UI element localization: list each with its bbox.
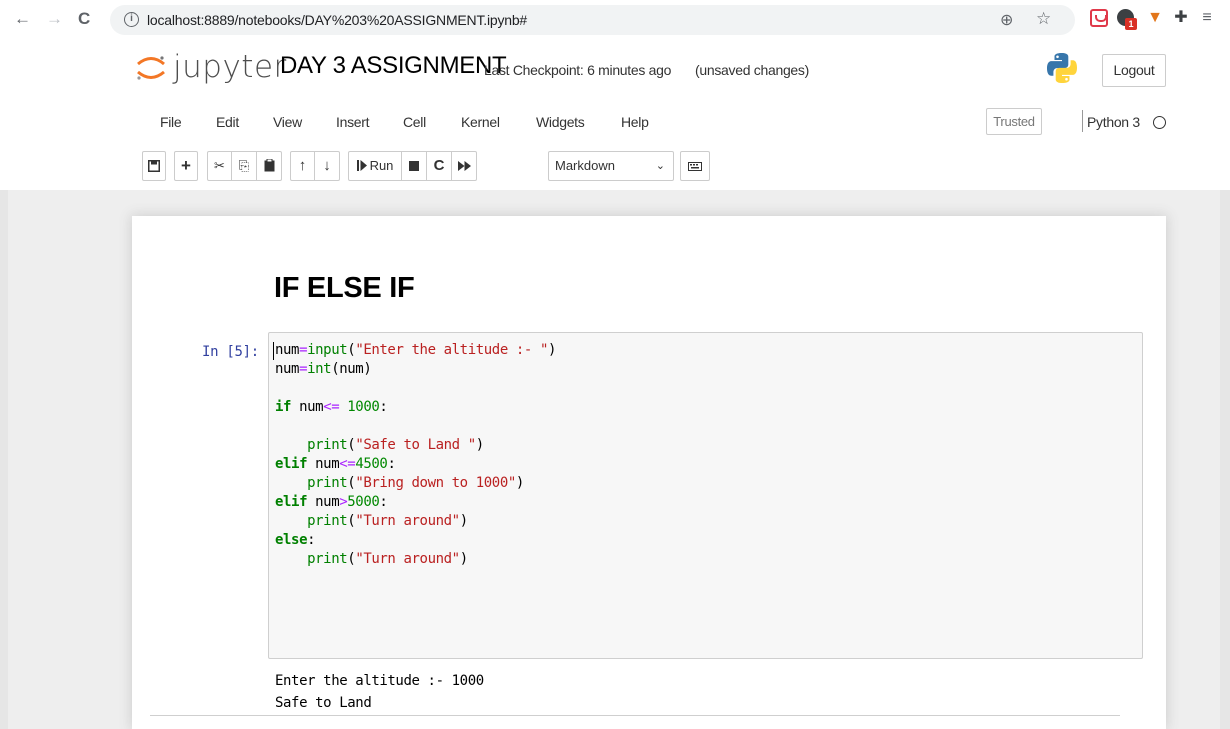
paste-icon bbox=[264, 158, 274, 172]
keyboard-icon bbox=[688, 162, 702, 171]
run-label: Run bbox=[369, 158, 394, 173]
paste-button[interactable] bbox=[257, 151, 282, 181]
extensions-puzzle-icon[interactable]: ✚ bbox=[1172, 9, 1190, 27]
input-prompt: In [5]: bbox=[202, 344, 259, 360]
kernel-idle-indicator-icon bbox=[1153, 116, 1166, 129]
extension-with-badge-icon[interactable]: 1 bbox=[1117, 9, 1137, 30]
restart-button[interactable]: C bbox=[427, 151, 452, 181]
cell-output: Enter the altitude :- 1000 Safe to Land bbox=[275, 670, 484, 714]
menu-help[interactable]: Help bbox=[621, 114, 649, 130]
back-arrow-icon[interactable]: ← bbox=[14, 8, 31, 30]
code-line: elif num<=4500: bbox=[275, 456, 396, 472]
kernel-name: Python 3 bbox=[1087, 114, 1140, 130]
copy-icon: ⎘ bbox=[238, 158, 250, 173]
chevron-down-icon: ⌄ bbox=[655, 160, 665, 172]
floppy-disk-icon bbox=[148, 160, 160, 172]
right-gutter bbox=[1220, 190, 1230, 729]
plus-icon: + bbox=[181, 156, 191, 175]
reload-icon[interactable]: C bbox=[78, 8, 90, 30]
save-button[interactable] bbox=[142, 151, 166, 181]
checkpoint-status: Last Checkpoint: 6 minutes ago bbox=[484, 62, 672, 78]
code-line: else: bbox=[275, 532, 316, 548]
step-forward-icon bbox=[356, 160, 367, 171]
code-line: num=input("Enter the altitude :- ") bbox=[275, 342, 557, 358]
menu-kernel[interactable]: Kernel bbox=[461, 114, 500, 130]
autosave-status: (unsaved changes) bbox=[695, 62, 809, 78]
arrow-up-icon: ↑ bbox=[298, 157, 307, 174]
site-info-icon[interactable]: i bbox=[124, 12, 139, 27]
metamask-fox-icon[interactable]: ▼ bbox=[1146, 9, 1164, 27]
code-line: elif num>5000: bbox=[275, 494, 388, 510]
code-line: print("Bring down to 1000") bbox=[307, 475, 524, 491]
restart-icon: C bbox=[433, 157, 445, 174]
code-line: num=int(num) bbox=[275, 361, 372, 377]
fast-forward-icon bbox=[457, 161, 471, 171]
code-line: print("Safe to Land ") bbox=[307, 437, 484, 453]
logout-button[interactable]: Logout bbox=[1102, 54, 1166, 87]
cut-button[interactable]: ✂ bbox=[207, 151, 232, 181]
add-cell-button[interactable]: + bbox=[174, 151, 198, 181]
text-cursor bbox=[273, 342, 274, 360]
url-text[interactable]: localhost:8889/notebooks/DAY%203%20ASSIG… bbox=[147, 12, 527, 28]
menu-view[interactable]: View bbox=[273, 114, 302, 130]
code-cell-source[interactable]: num=input("Enter the altitude :- ") num=i… bbox=[275, 341, 556, 569]
scissors-icon: ✂ bbox=[214, 158, 225, 173]
move-up-button[interactable]: ↑ bbox=[290, 151, 315, 181]
code-line: if num<= 1000: bbox=[275, 399, 388, 415]
extension-badge: 1 bbox=[1125, 18, 1137, 30]
left-gutter bbox=[0, 190, 8, 729]
menu-widgets[interactable]: Widgets bbox=[536, 114, 585, 130]
jupyter-logo-text: jupyter bbox=[173, 49, 287, 85]
interrupt-button[interactable] bbox=[402, 151, 427, 181]
zoom-icon[interactable]: ⊕ bbox=[1000, 10, 1013, 30]
restart-run-all-button[interactable] bbox=[452, 151, 477, 181]
code-line: print("Turn around") bbox=[307, 513, 468, 529]
stop-icon bbox=[409, 161, 419, 171]
cell-separator bbox=[150, 715, 1120, 716]
pocket-extension-icon[interactable] bbox=[1090, 9, 1108, 27]
run-button[interactable]: Run bbox=[348, 151, 402, 181]
notebook-title[interactable]: DAY 3 ASSIGNMENT bbox=[280, 52, 507, 80]
code-line: print("Turn around") bbox=[307, 551, 468, 567]
jupyter-orbit-icon bbox=[137, 56, 165, 80]
reading-list-icon[interactable]: ≡ bbox=[1198, 9, 1216, 27]
trusted-badge[interactable]: Trusted bbox=[986, 108, 1042, 135]
arrow-down-icon: ↓ bbox=[323, 157, 331, 174]
python-logo-icon bbox=[1047, 53, 1077, 83]
menu-insert[interactable]: Insert bbox=[336, 114, 370, 130]
kernel-divider bbox=[1082, 110, 1083, 132]
address-bar[interactable]: i localhost:8889/notebooks/DAY%203%20ASS… bbox=[110, 5, 1075, 35]
cell-type-value: Markdown bbox=[555, 158, 615, 173]
markdown-heading[interactable]: IF ELSE IF bbox=[274, 272, 415, 305]
menu-edit[interactable]: Edit bbox=[216, 114, 239, 130]
forward-arrow-icon[interactable]: → bbox=[46, 8, 63, 30]
copy-button[interactable]: ⎘ bbox=[232, 151, 257, 181]
cell-type-select[interactable]: Markdown ⌄ bbox=[548, 151, 674, 181]
output-line: Safe to Land bbox=[275, 695, 372, 711]
move-down-button[interactable]: ↓ bbox=[315, 151, 340, 181]
jupyter-header: jupyter DAY 3 ASSIGNMENT Last Checkpoint… bbox=[0, 40, 1230, 190]
output-line: Enter the altitude :- 1000 bbox=[275, 673, 484, 689]
menu-file[interactable]: File bbox=[160, 114, 182, 130]
command-palette-button[interactable] bbox=[680, 151, 710, 181]
menu-cell[interactable]: Cell bbox=[403, 114, 426, 130]
bookmark-star-icon[interactable]: ☆ bbox=[1036, 9, 1051, 29]
browser-toolbar: ← → C i localhost:8889/notebooks/DAY%203… bbox=[0, 0, 1230, 40]
